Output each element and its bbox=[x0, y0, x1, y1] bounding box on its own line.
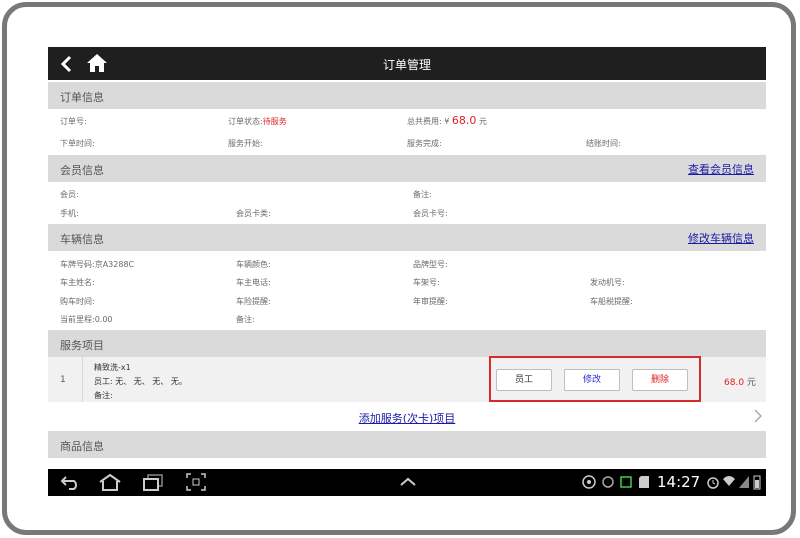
member-info-title: 会员信息 bbox=[60, 164, 104, 177]
page-title: 订单管理 bbox=[382, 58, 431, 72]
order-time-label: 下单时间: bbox=[60, 139, 95, 148]
goods-info-title: 商品信息 bbox=[60, 440, 104, 453]
total-fee-label: 总共费用: bbox=[407, 117, 442, 126]
total-fee-field: 总共费用: ¥ 68.0 元 bbox=[407, 114, 487, 127]
status-clock: 14:27 bbox=[657, 473, 701, 491]
service-item-remark: 备注: bbox=[94, 391, 113, 400]
service-item-name: 精致洗-x1 bbox=[94, 363, 131, 372]
nav-home-icon[interactable] bbox=[98, 473, 122, 491]
vessel-tax-reminder-label: 车船税提醒: bbox=[590, 297, 633, 306]
row-divider bbox=[82, 357, 83, 402]
add-service-row: 添加服务(次卡)项目 bbox=[48, 403, 766, 430]
service-item-price: 68.0 元 bbox=[724, 375, 756, 388]
card-no-label: 会员卡号: bbox=[413, 209, 448, 218]
order-status-label: 订单状态: bbox=[228, 117, 263, 126]
owner-name-label: 车主姓名: bbox=[60, 278, 95, 287]
goods-info-header: 商品信息 bbox=[48, 431, 766, 458]
system-nav-bar: 14:27 bbox=[48, 469, 766, 496]
brand-model-label: 品牌型号: bbox=[413, 260, 448, 269]
mileage-label: 当前里程: bbox=[60, 315, 95, 324]
add-service-link[interactable]: 添加服务(次卡)项目 bbox=[48, 410, 766, 426]
service-item-index: 1 bbox=[60, 375, 66, 385]
wifi-icon bbox=[723, 476, 735, 486]
mileage-field: 当前里程:0.00 bbox=[60, 314, 113, 325]
order-status-field: 订单状态:待服务 bbox=[228, 116, 287, 127]
service-start-label: 服务开始: bbox=[228, 139, 263, 148]
order-info-title: 订单信息 bbox=[60, 91, 104, 104]
service-item-staff: 员工: 无、 无、 无、 无。 bbox=[94, 377, 187, 386]
view-member-info-link[interactable]: 查看会员信息 bbox=[688, 161, 754, 177]
tablet-frame: 订单管理 订单信息 订单号: 订单状态:待服务 总共费用: ¥ 68.0 元 下… bbox=[2, 2, 796, 535]
vehicle-info-title: 车辆信息 bbox=[60, 233, 104, 246]
vehicle-info-header: 车辆信息 修改车辆信息 bbox=[48, 224, 766, 251]
owner-phone-label: 车主电话: bbox=[236, 278, 271, 287]
phone-label: 手机: bbox=[60, 209, 79, 218]
service-done-label: 服务完成: bbox=[407, 139, 442, 148]
buttons-highlight-box bbox=[489, 356, 701, 402]
service-item-price-value: 68.0 bbox=[724, 378, 745, 388]
order-no-label: 订单号: bbox=[60, 117, 87, 126]
annual-check-reminder-label: 年审提醒: bbox=[413, 297, 448, 306]
signal-icon bbox=[739, 476, 749, 488]
order-status-value: 待服务 bbox=[262, 117, 287, 126]
insurance-reminder-label: 车险提醒: bbox=[236, 297, 271, 306]
card-type-label: 会员卡类: bbox=[236, 209, 271, 218]
screenshot-icon[interactable] bbox=[186, 473, 206, 491]
nav-up-icon[interactable] bbox=[398, 473, 418, 491]
usb-icon bbox=[582, 475, 596, 489]
checkout-time-label: 结账时间: bbox=[586, 139, 621, 148]
total-fee-unit: 元 bbox=[478, 117, 487, 126]
service-items-title: 服务项目 bbox=[60, 339, 104, 352]
service-items-header: 服务项目 bbox=[48, 330, 766, 357]
plate-field: 车牌号码:京A3288C bbox=[60, 259, 134, 270]
frame-no-label: 车架号: bbox=[413, 278, 440, 287]
plate-value: 京A3288C bbox=[94, 260, 135, 269]
engine-no-label: 发动机号: bbox=[590, 278, 625, 287]
member-info-header: 会员信息 查看会员信息 bbox=[48, 155, 766, 182]
nav-recents-icon[interactable] bbox=[142, 473, 164, 491]
chevron-right-icon[interactable] bbox=[754, 409, 762, 423]
alarm-icon bbox=[707, 477, 719, 489]
title-bar: 订单管理 bbox=[48, 47, 766, 80]
total-fee-value: 68.0 bbox=[451, 114, 477, 127]
purchase-time-label: 购车时间: bbox=[60, 297, 95, 306]
battery-icon bbox=[753, 475, 761, 490]
member-remark-label: 备注: bbox=[413, 190, 432, 199]
mileage-value: 0.00 bbox=[94, 315, 113, 324]
screen: 订单管理 订单信息 订单号: 订单状态:待服务 总共费用: ¥ 68.0 元 下… bbox=[48, 47, 766, 496]
member-label: 会员: bbox=[60, 190, 79, 199]
vehicle-remark-label: 备注: bbox=[236, 315, 255, 324]
plate-label: 车牌号码: bbox=[60, 260, 95, 269]
battery-charging-icon bbox=[620, 476, 632, 488]
vehicle-color-label: 车辆颜色: bbox=[236, 260, 271, 269]
sync-icon bbox=[602, 476, 614, 488]
currency-symbol: ¥ bbox=[444, 117, 450, 126]
service-item-price-unit: 元 bbox=[746, 378, 756, 388]
sd-card-icon bbox=[639, 476, 649, 488]
nav-back-icon[interactable] bbox=[60, 473, 82, 491]
edit-vehicle-info-link[interactable]: 修改车辆信息 bbox=[688, 230, 754, 246]
order-info-header: 订单信息 bbox=[48, 82, 766, 109]
